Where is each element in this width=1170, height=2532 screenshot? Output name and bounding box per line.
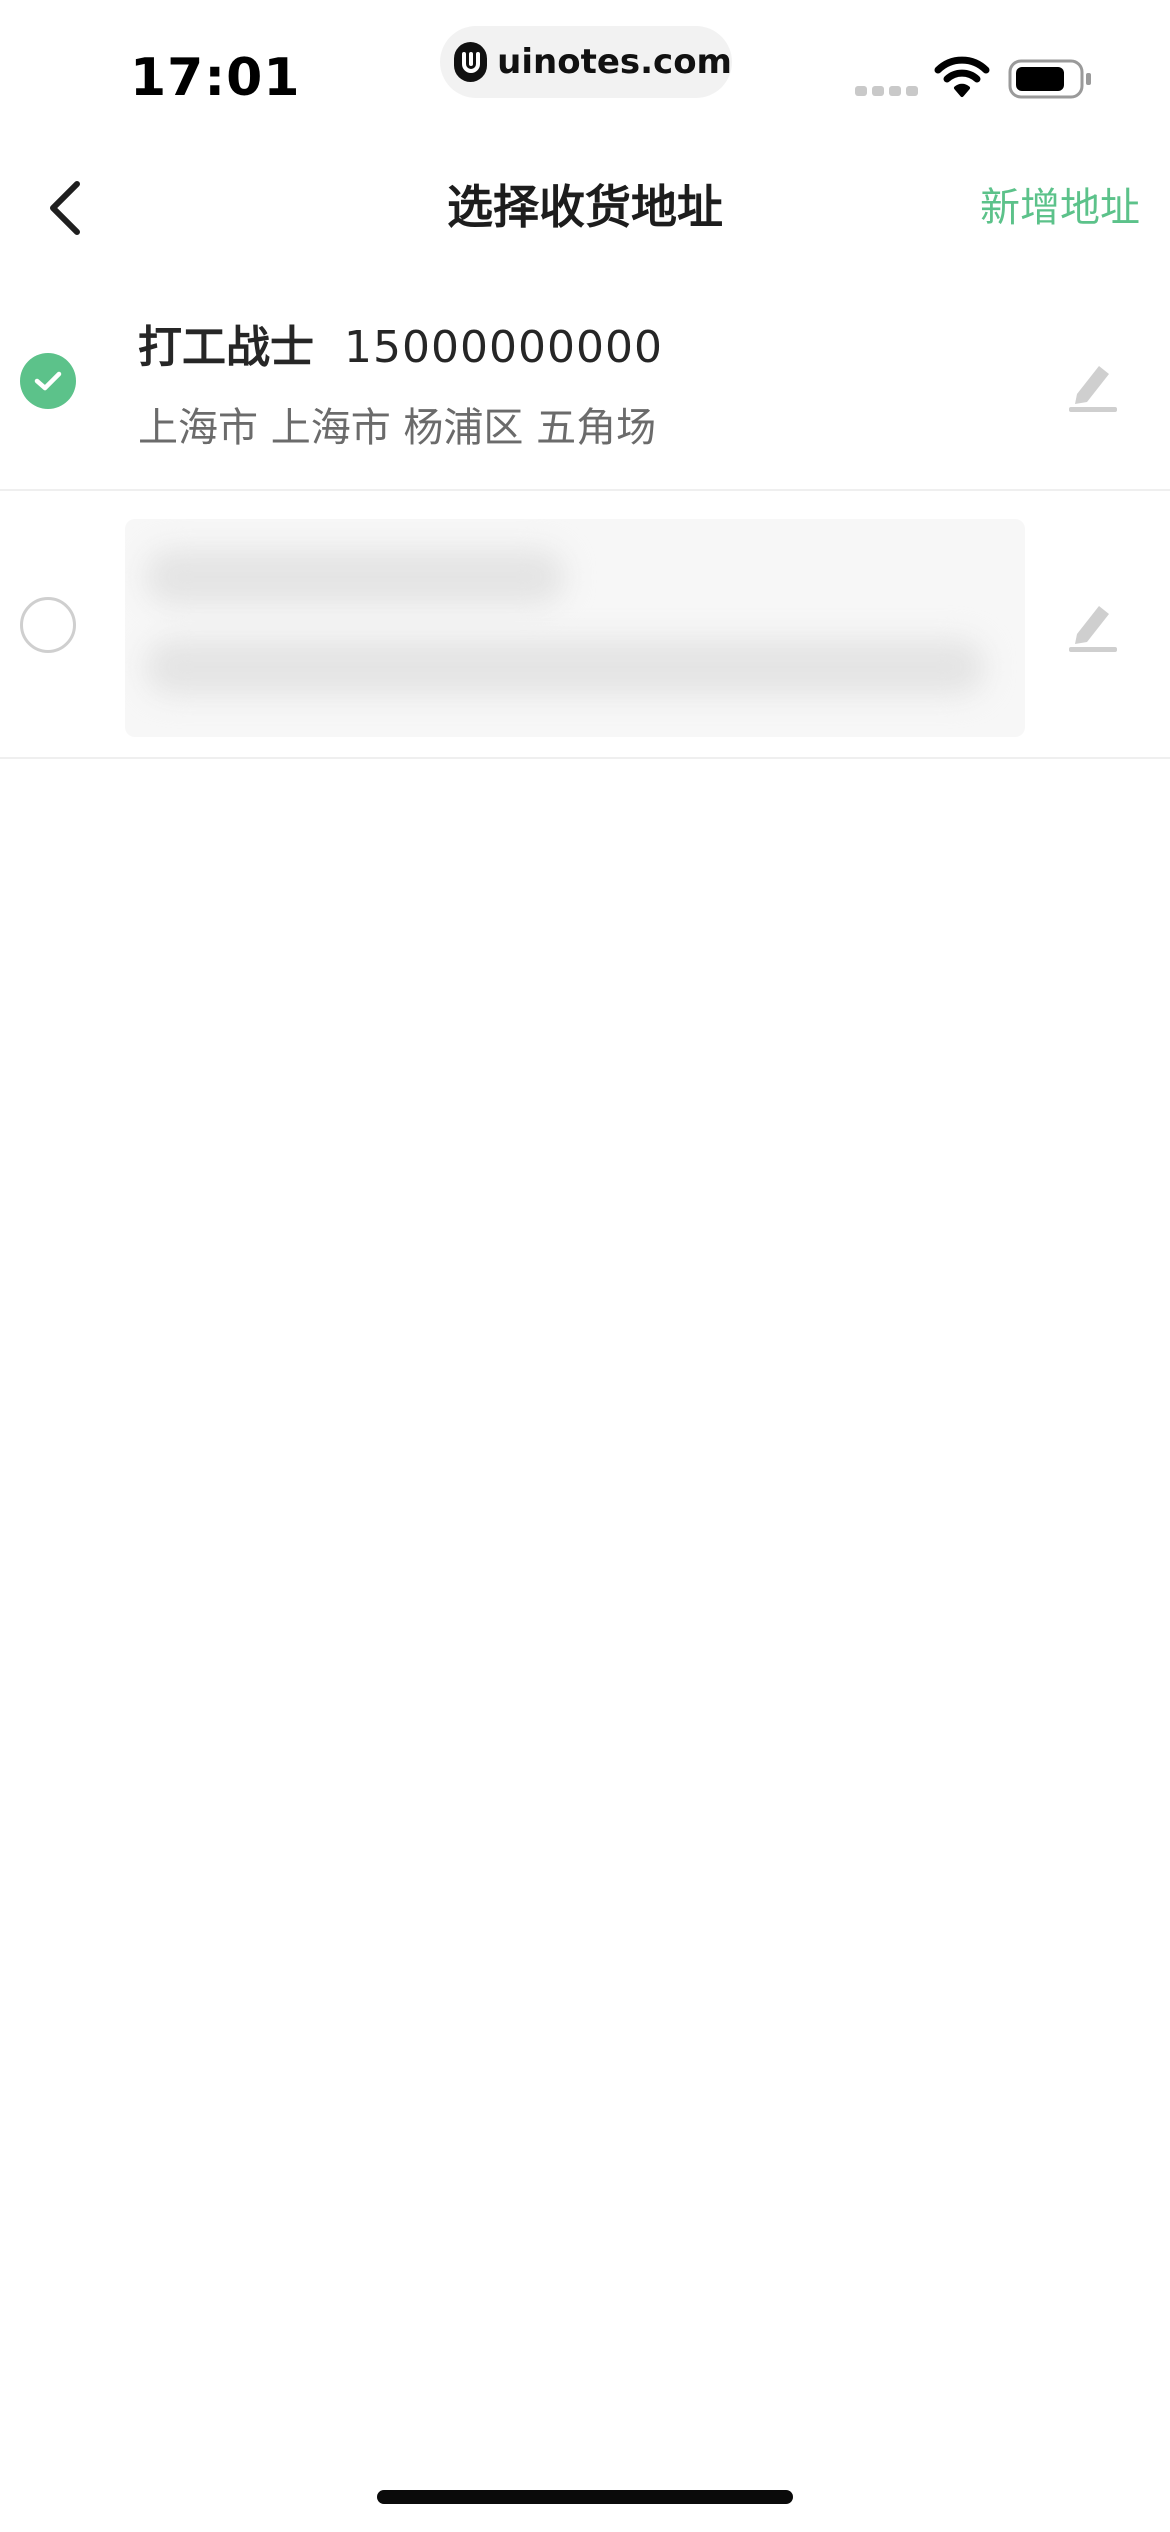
status-bar: 17:01 uinotes.com bbox=[0, 0, 1170, 150]
edit-address-button[interactable] bbox=[1058, 351, 1128, 421]
edit-pencil-icon bbox=[1069, 606, 1117, 652]
status-time: 17:01 bbox=[130, 48, 301, 108]
edit-address-button[interactable] bbox=[1058, 591, 1128, 661]
signal-icon bbox=[855, 86, 918, 96]
contact-line: 打工战士 15000000000 bbox=[138, 311, 663, 375]
wifi-icon bbox=[934, 56, 990, 97]
address-item-selected[interactable]: 打工战士 15000000000 上海市 上海市 杨浦区 五角场 bbox=[0, 285, 1170, 491]
address-text: 上海市 上海市 杨浦区 五角场 bbox=[138, 405, 657, 451]
nav-bar: 选择收货地址 新增地址 bbox=[0, 150, 1170, 265]
site-logo-icon bbox=[454, 42, 488, 82]
edit-pencil-icon bbox=[1069, 366, 1117, 412]
url-pill[interactable]: uinotes.com bbox=[440, 26, 732, 98]
address-item[interactable] bbox=[0, 491, 1170, 759]
chevron-left-icon bbox=[50, 180, 80, 235]
address-list: 打工战士 15000000000 上海市 上海市 杨浦区 五角场 bbox=[0, 285, 1170, 759]
selected-radio[interactable] bbox=[20, 353, 76, 409]
back-button[interactable] bbox=[30, 170, 100, 245]
home-indicator bbox=[377, 2490, 793, 2504]
battery-icon bbox=[1008, 59, 1091, 99]
contact-phone: 15000000000 bbox=[344, 322, 663, 373]
add-address-button[interactable]: 新增地址 bbox=[980, 180, 1140, 236]
blurred-address-content bbox=[125, 519, 1025, 737]
url-text: uinotes.com bbox=[497, 42, 732, 82]
check-icon bbox=[34, 371, 62, 391]
contact-name: 打工战士 bbox=[138, 322, 314, 373]
unselected-radio[interactable] bbox=[20, 597, 76, 653]
